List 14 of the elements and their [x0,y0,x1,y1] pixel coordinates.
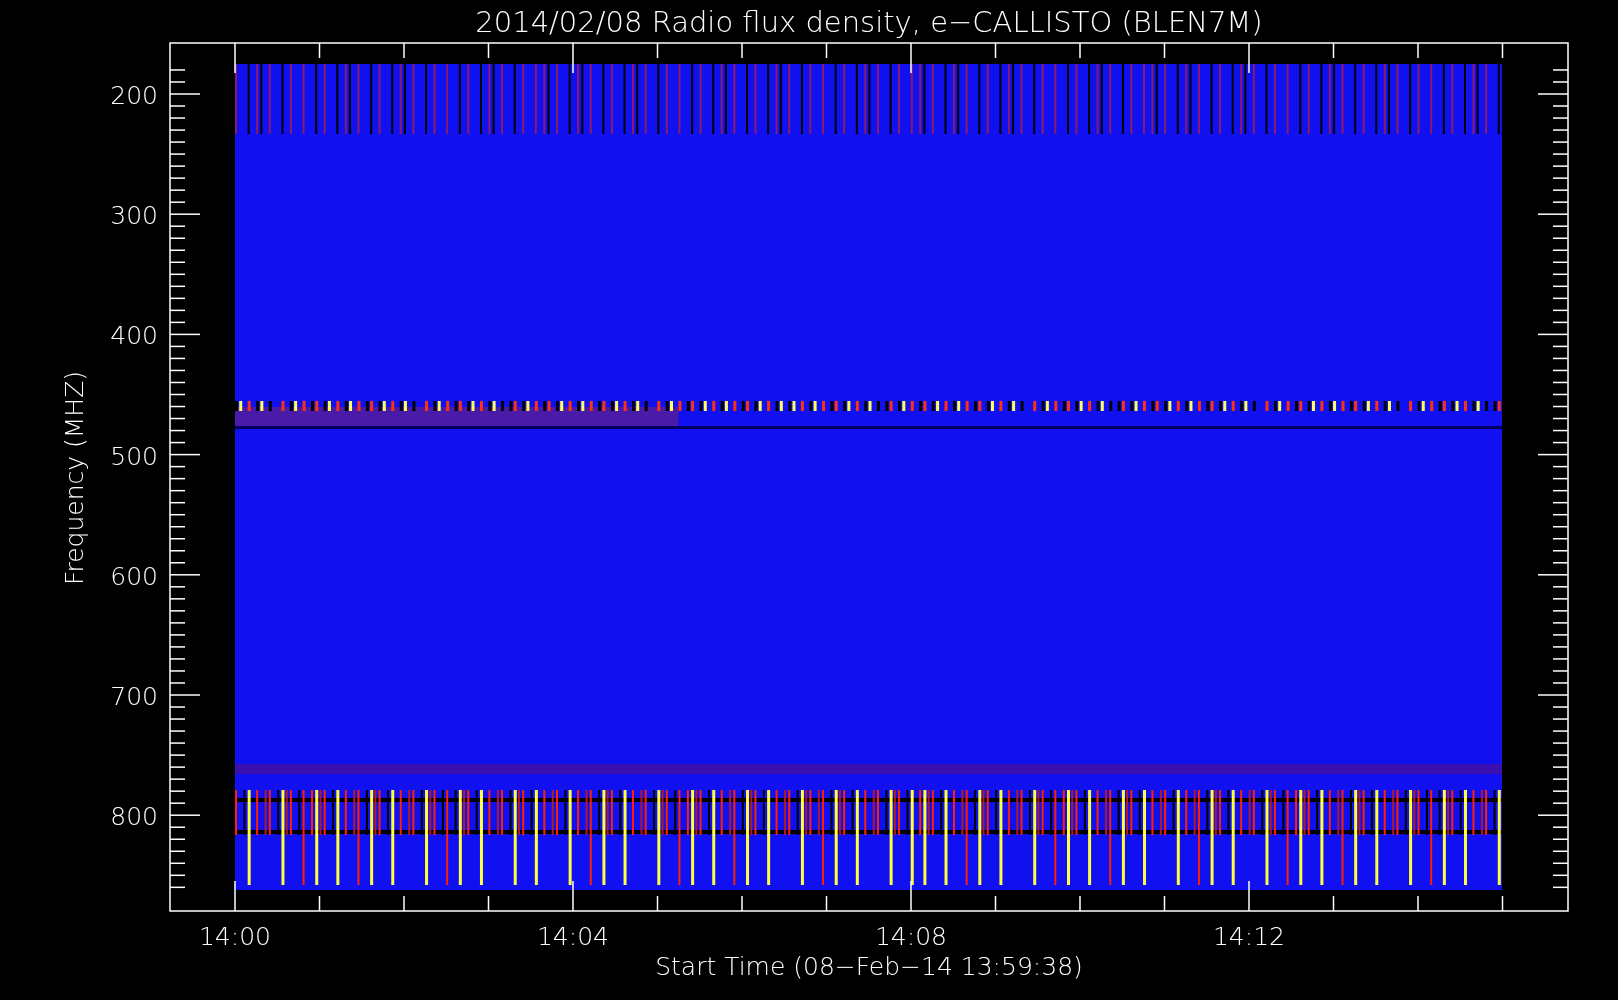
y-tick-label: 600 [110,561,158,591]
chart-title: 2014/02/08 Radio flux density, e−CALLISTO (BLEN7M) [475,5,1263,39]
x-axis-label: Start Time (08−Feb−14 13:59:38) [655,952,1083,981]
x-tick-label: 14:08 [875,922,947,951]
y-tick-label: 400 [110,321,158,351]
y-tick-label: 200 [110,81,158,110]
x-tick-label: 14:12 [1213,922,1285,951]
y-tick-label: 300 [110,201,158,231]
y-tick-label: 800 [110,802,158,832]
y-tick-label: 700 [110,682,158,711]
y-axis-label: Frequency (MHZ) [60,370,89,586]
x-tick-label: 14:00 [199,922,271,951]
x-tick-label: 14:04 [537,922,609,951]
y-tick-label: 500 [110,441,158,471]
